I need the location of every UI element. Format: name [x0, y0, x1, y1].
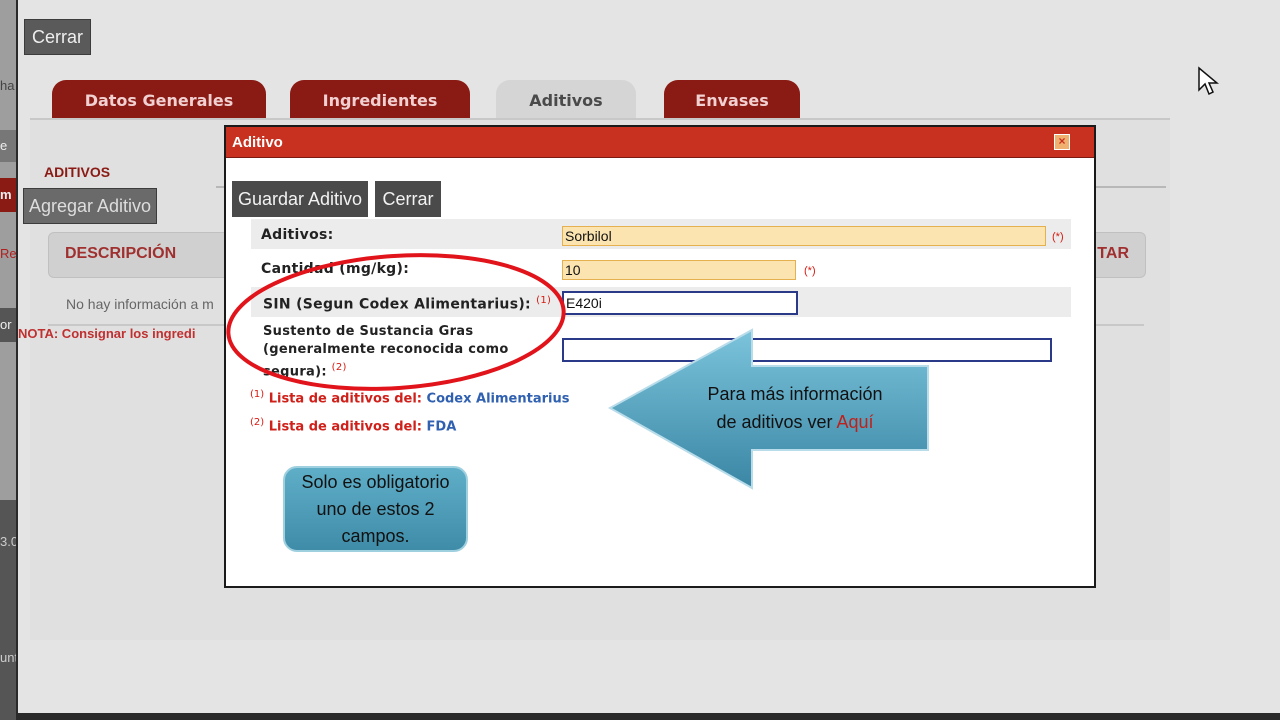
table-header-right: TAR: [1097, 245, 1129, 262]
close-icon[interactable]: ×: [1054, 134, 1070, 150]
modal-title: Aditivo: [232, 133, 283, 151]
note-fda: (2) Lista de aditivos del: FDA: [250, 417, 457, 435]
strip-text: ha: [0, 78, 15, 93]
arrow-info-text: Para más información de aditivos ver Aqu…: [707, 384, 883, 432]
required-callout: Solo es obligatorio uno de estos 2 campo…: [283, 466, 468, 552]
sin-input[interactable]: E420i: [562, 291, 798, 315]
tab-envases[interactable]: Envases: [664, 80, 800, 120]
required-marker: (*): [1052, 231, 1064, 243]
highlight-ellipse: [226, 253, 566, 391]
required-marker: (*): [804, 265, 816, 277]
cancel-button[interactable]: Cerrar: [375, 181, 441, 217]
table-header-descripcion: DESCRIPCIÓN: [65, 245, 177, 262]
strip-text: Re: [0, 246, 16, 261]
strip-block: e: [0, 130, 16, 162]
modal-header: Aditivo ×: [226, 127, 1094, 158]
add-aditivo-button[interactable]: Agregar Aditivo: [23, 188, 157, 224]
save-aditivo-button[interactable]: Guardar Aditivo: [232, 181, 368, 217]
aditivos-input[interactable]: Sorbilol: [562, 226, 1046, 246]
left-background-strip: ha e m Re or 3.0 unt: [0, 0, 16, 720]
strip-block: m: [0, 178, 16, 212]
page-close-button[interactable]: Cerrar: [24, 19, 91, 55]
cantidad-input[interactable]: 10: [562, 260, 796, 280]
empty-text: No hay información a m: [66, 296, 214, 312]
note-text: NOTA: Consignar los ingredi: [18, 326, 196, 341]
tab-aditivos[interactable]: Aditivos: [496, 80, 636, 120]
strip-block: or: [0, 308, 16, 342]
mouse-cursor-icon: [1198, 66, 1219, 96]
tab-ingredientes[interactable]: Ingredientes: [290, 80, 470, 120]
aqui-link[interactable]: Aquí: [837, 412, 874, 432]
strip-block: 3.0 unt: [0, 500, 16, 720]
tab-datos-generales[interactable]: Datos Generales: [52, 80, 266, 120]
aditivos-label: Aditivos:: [261, 227, 334, 243]
section-title: ADITIVOS: [44, 164, 111, 180]
fda-link[interactable]: FDA: [427, 419, 457, 434]
